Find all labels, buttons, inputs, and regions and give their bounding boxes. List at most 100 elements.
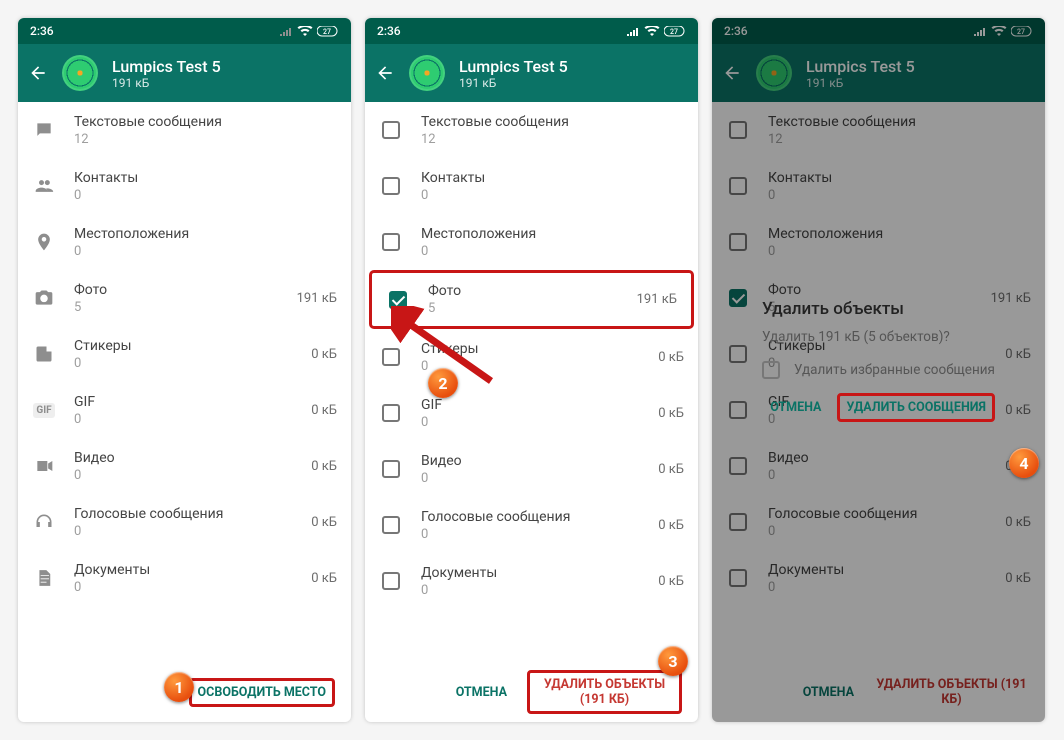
list-item[interactable]: Стикеры0 0 кБ <box>18 326 351 382</box>
battery-icon: 27 <box>1011 26 1033 37</box>
photo-icon <box>34 288 54 308</box>
status-icons: 27 <box>626 26 686 37</box>
status-bar: 2:36 27 <box>365 18 698 44</box>
checkbox <box>729 121 747 139</box>
header-title: Lumpics Test 5 <box>806 57 915 76</box>
cancel-button: ОТМЕНА <box>803 685 854 700</box>
list-item[interactable]: Документы0 0 кБ <box>18 550 351 606</box>
phone-screen-2: 2:36 27 Lumpics Test 5 191 кБ Текстовые … <box>365 18 698 722</box>
avatar[interactable] <box>62 55 98 91</box>
status-icons: 27 <box>279 26 339 37</box>
checkbox[interactable] <box>382 233 400 251</box>
footer: ОТМЕНА УДАЛИТЬ ОБЪЕКТЫ (191 КБ) <box>712 662 1045 722</box>
footer: ОТМЕНА УДАЛИТЬ ОБЪЕКТЫ (191 КБ) <box>365 662 698 722</box>
header-subtitle: 191 кБ <box>112 76 221 90</box>
dialog-message: Удалить 191 кБ (5 объектов)? <box>762 329 995 345</box>
list-item[interactable]: Текстовые сообщения12 <box>365 102 698 158</box>
list-item: Видео0 0 кБ <box>712 438 1045 494</box>
list-item[interactable]: GIF0 0 кБ <box>365 385 698 441</box>
list-item: Текстовые сообщения12 <box>712 102 1045 158</box>
list-item: Местоположения0 <box>712 214 1045 270</box>
avatar <box>756 55 792 91</box>
list-item[interactable]: Местоположения0 <box>365 214 698 270</box>
clock: 2:36 <box>724 24 748 38</box>
back-arrow-icon[interactable] <box>375 63 395 83</box>
header-title: Lumpics Test 5 <box>459 57 568 76</box>
cancel-button[interactable]: ОТМЕНА <box>456 685 507 700</box>
video-icon <box>34 456 54 476</box>
checkbox[interactable] <box>382 121 400 139</box>
status-bar: 2:36 27 <box>18 18 351 44</box>
list-item[interactable]: Документы0 0 кБ <box>365 553 698 609</box>
step-badge-3: 3 <box>658 646 688 676</box>
delete-objects-button: УДАЛИТЬ ОБЪЕКТЫ (191 КБ) <box>874 677 1029 707</box>
list-item[interactable]: Фото5 191 кБ <box>18 270 351 326</box>
dialog-title: Удалить объекты <box>762 299 995 319</box>
battery-icon: 27 <box>664 26 686 37</box>
location-icon <box>34 232 54 252</box>
list-item[interactable]: GIF GIF0 0 кБ <box>18 382 351 438</box>
svg-text:27: 27 <box>670 28 678 36</box>
signal-icon <box>626 26 640 36</box>
checkbox <box>729 513 747 531</box>
wifi-icon <box>297 26 313 37</box>
list-item[interactable]: Видео0 0 кБ <box>18 438 351 494</box>
chat-header: Lumpics Test 5 191 кБ <box>18 44 351 102</box>
signal-icon <box>973 26 987 36</box>
message-icon <box>34 120 54 140</box>
svg-text:27: 27 <box>323 28 331 36</box>
chat-header: Lumpics Test 5 191 кБ <box>712 44 1045 102</box>
phone-screen-1: 2:36 27 Lumpics Test 5 191 кБ Текстовые … <box>18 18 351 722</box>
back-arrow-icon[interactable] <box>28 63 48 83</box>
signal-icon <box>279 26 293 36</box>
phone-screen-3: 2:36 27 Lumpics Test 5 191 кБ Текстовые … <box>712 18 1045 722</box>
headphones-icon <box>34 512 54 532</box>
checkbox[interactable] <box>382 177 400 195</box>
list-item[interactable]: Видео0 0 кБ <box>365 441 698 497</box>
wifi-icon <box>644 26 660 37</box>
free-space-button[interactable]: ОСВОБОДИТЬ МЕСТО <box>189 678 335 707</box>
header-subtitle: 191 кБ <box>806 76 915 90</box>
checkbox[interactable] <box>382 460 400 478</box>
status-bar: 2:36 27 <box>712 18 1045 44</box>
list-item: Контакты0 <box>712 158 1045 214</box>
dialog-confirm-button[interactable]: УДАЛИТЬ СООБЩЕНИЯ <box>837 393 994 422</box>
list-item[interactable]: Голосовые сообщения0 0 кБ <box>365 497 698 553</box>
checkbox <box>729 345 747 363</box>
list-item[interactable]: Текстовые сообщения12 <box>18 102 351 158</box>
gif-icon: GIF <box>33 403 54 418</box>
list-item: Голосовые сообщения0 0 кБ <box>712 494 1045 550</box>
contacts-icon <box>34 176 54 196</box>
list-item[interactable]: Контакты0 <box>18 158 351 214</box>
battery-icon: 27 <box>317 26 339 37</box>
storage-list: Текстовые сообщения12 Контакты0 Местопол… <box>18 102 351 662</box>
checkbox <box>729 457 747 475</box>
document-icon <box>34 568 54 588</box>
list-item[interactable]: Голосовые сообщения0 0 кБ <box>18 494 351 550</box>
delete-dialog: Удалить объекты Удалить 191 кБ (5 объект… <box>762 299 995 422</box>
back-arrow-icon <box>722 63 742 83</box>
sticker-icon <box>34 344 54 364</box>
header-title: Lumpics Test 5 <box>112 57 221 76</box>
chat-header: Lumpics Test 5 191 кБ <box>365 44 698 102</box>
dialog-option-label: Удалить избранные сообщения <box>794 362 995 378</box>
status-icons: 27 <box>973 26 1033 37</box>
delete-objects-button[interactable]: УДАЛИТЬ ОБЪЕКТЫ (191 КБ) <box>527 670 682 714</box>
dialog-cancel-button[interactable]: ОТМЕНА <box>770 400 821 415</box>
step-badge-4: 4 <box>1009 448 1039 478</box>
clock: 2:36 <box>377 24 401 38</box>
step-badge-1: 1 <box>164 672 194 702</box>
checkbox[interactable] <box>382 516 400 534</box>
checkbox[interactable] <box>382 404 400 422</box>
list-item[interactable]: Местоположения0 <box>18 214 351 270</box>
checkbox[interactable] <box>382 572 400 590</box>
list-item[interactable]: Контакты0 <box>365 158 698 214</box>
avatar[interactable] <box>409 55 445 91</box>
clock: 2:36 <box>30 24 54 38</box>
checkbox <box>729 569 747 587</box>
step-badge-2: 2 <box>428 368 458 398</box>
checkbox <box>729 289 747 307</box>
header-subtitle: 191 кБ <box>459 76 568 90</box>
dialog-checkbox[interactable] <box>762 361 780 379</box>
checkbox <box>729 177 747 195</box>
